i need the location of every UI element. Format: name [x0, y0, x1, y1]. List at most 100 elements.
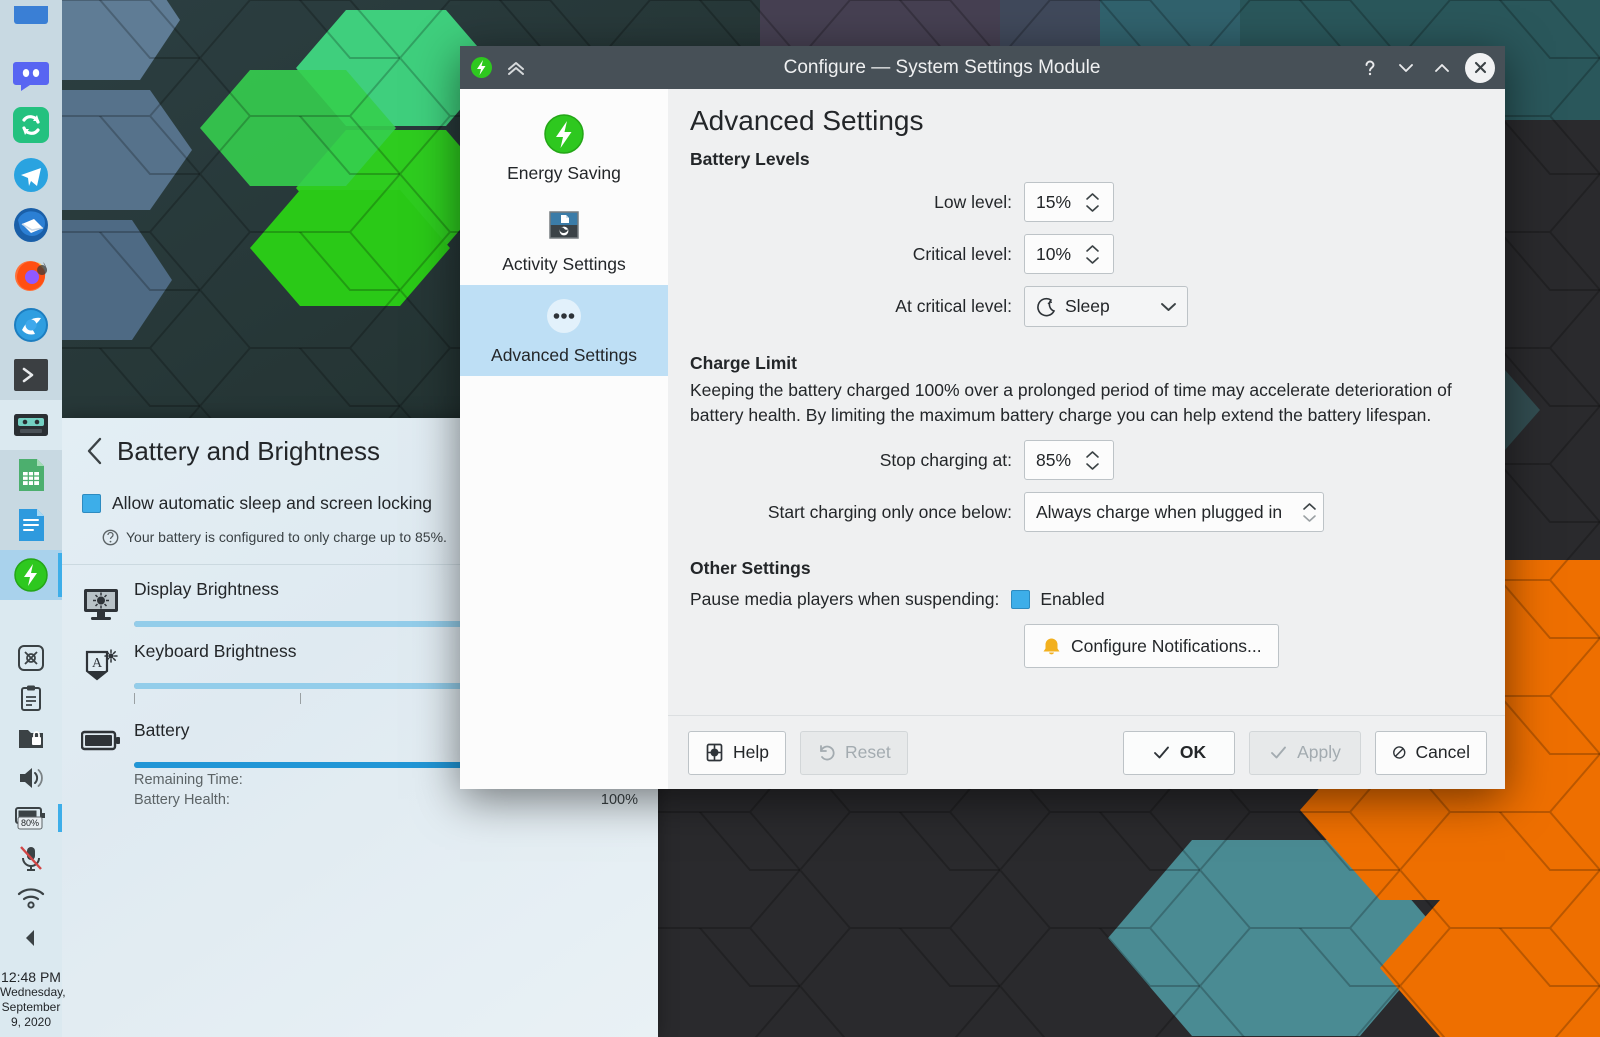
launcher-discord[interactable] [0, 50, 62, 100]
configure-notifications-button[interactable]: Configure Notifications... [1024, 624, 1279, 668]
critical-level-spinbox[interactable]: 10% [1024, 234, 1114, 274]
slider-tick [300, 693, 301, 704]
dialog-titlebar[interactable]: Configure — System Settings Module [460, 46, 1505, 89]
tray-battery[interactable]: 80% [0, 798, 62, 838]
sidebar-label-advanced-settings: Advanced Settings [466, 345, 662, 366]
tray-network[interactable] [0, 878, 62, 918]
bell-icon [1041, 636, 1062, 657]
other-settings-heading: Other Settings [690, 558, 1475, 579]
tray-microphone[interactable] [0, 838, 62, 878]
discord-icon [12, 56, 50, 94]
undo-icon [817, 743, 836, 762]
taskbar-panel: 80% 12:48 PM Wednesday, September 9, 202… [0, 0, 62, 1037]
cancel-button[interactable]: Cancel [1375, 731, 1487, 775]
clock-month: September [0, 1000, 62, 1015]
tray-clipboard[interactable] [0, 678, 62, 718]
chevron-down-icon[interactable] [1085, 462, 1100, 471]
spreadsheet-icon [12, 456, 50, 494]
tray-expand[interactable] [0, 918, 62, 958]
launcher-firefox[interactable] [0, 250, 62, 300]
battery-levels-heading: Battery Levels [690, 149, 1475, 170]
stop-charging-row: Stop charging at: 85% [690, 440, 1475, 480]
low-level-arrows[interactable] [1085, 192, 1100, 213]
clock-weekday: Wednesday, [0, 985, 62, 1000]
dialog-title: Configure — System Settings Module [527, 57, 1357, 79]
chevron-up-icon[interactable] [1085, 244, 1100, 253]
sidebar-item-activity-settings[interactable]: Activity Settings [460, 194, 668, 285]
stop-charging-control: 85% [1024, 440, 1114, 480]
falkon-icon [12, 306, 50, 344]
ellipsis-icon [543, 295, 585, 337]
pause-media-checkbox[interactable] [1011, 590, 1030, 609]
pause-media-control[interactable]: Enabled [1011, 589, 1104, 610]
firefox-icon [12, 256, 50, 294]
sidebar-item-advanced-settings[interactable]: Advanced Settings [460, 285, 668, 376]
energy-bolt-icon [543, 113, 585, 155]
maximize-button[interactable] [1429, 55, 1455, 81]
launcher-telegram[interactable] [0, 150, 62, 200]
reset-button: Reset [800, 731, 908, 775]
question-mark-icon [1360, 58, 1380, 78]
low-level-value: 15% [1036, 192, 1071, 213]
launcher-falkon[interactable] [0, 300, 62, 350]
launcher-sync[interactable] [0, 100, 62, 150]
launcher-cassette[interactable] [0, 400, 62, 450]
auto-sleep-checkbox[interactable] [82, 494, 101, 513]
dialog-footer: Help Reset OK [668, 715, 1505, 789]
dialog-content: Advanced Settings Battery Levels Low lev… [668, 89, 1505, 789]
launcher-spreadsheet[interactable] [0, 450, 62, 500]
battery-health-key: Battery Health: [134, 792, 601, 808]
battery-icon: 80% [14, 805, 48, 831]
ok-button[interactable]: OK [1123, 731, 1235, 775]
help-button[interactable]: Help [688, 731, 786, 775]
start-charging-control: Always charge when plugged in [1024, 492, 1324, 532]
start-charging-arrows[interactable] [1302, 502, 1317, 523]
page-title: Advanced Settings [690, 105, 1475, 137]
at-critical-label: At critical level: [690, 296, 1012, 317]
chevron-up-icon[interactable] [1085, 192, 1100, 201]
blue-square-icon [12, 6, 50, 44]
launcher-blue-app[interactable] [0, 0, 62, 50]
configure-notifications-label: Configure Notifications... [1071, 636, 1262, 657]
help-icon [705, 743, 724, 762]
chevron-down-icon [1160, 301, 1177, 312]
close-button[interactable] [1465, 53, 1495, 83]
stop-charging-spinbox[interactable]: 85% [1024, 440, 1114, 480]
launcher-energy[interactable] [0, 550, 62, 600]
low-level-spinbox[interactable]: 15% [1024, 182, 1114, 222]
pause-media-row: Pause media players when suspending: Ena… [690, 589, 1475, 610]
clock-day: 9, 2020 [0, 1015, 62, 1030]
chevron-up-icon[interactable] [1085, 450, 1100, 459]
tray-vault[interactable] [0, 718, 62, 758]
close-x-icon [1471, 58, 1490, 77]
chevron-down-icon[interactable] [1085, 256, 1100, 265]
sync-icon [12, 106, 50, 144]
at-critical-control: Sleep [1024, 286, 1188, 327]
sidebar-item-energy-saving[interactable]: Energy Saving [460, 103, 668, 194]
stop-charging-arrows[interactable] [1085, 450, 1100, 471]
chevron-up-icon[interactable] [1302, 502, 1317, 511]
titlebar-left [470, 56, 527, 79]
launcher-terminal[interactable] [0, 350, 62, 400]
minimize-button[interactable] [1393, 55, 1419, 81]
microphone-muted-icon [17, 844, 45, 872]
chevron-left-icon[interactable] [82, 434, 108, 468]
critical-level-arrows[interactable] [1085, 244, 1100, 265]
check-icon [1152, 743, 1171, 762]
launcher-thunderbird[interactable] [0, 200, 62, 250]
clock[interactable]: 12:48 PM Wednesday, September 9, 2020 [0, 970, 62, 1037]
chevron-down-icon[interactable] [1302, 514, 1317, 523]
tray-volume[interactable] [0, 758, 62, 798]
keyboard-brightness-icon: A [83, 649, 119, 685]
chevron-down-icon[interactable] [1085, 204, 1100, 213]
launcher-document[interactable] [0, 500, 62, 550]
start-charging-spinbox[interactable]: Always charge when plugged in [1024, 492, 1324, 532]
energy-saving-icon-wrap [466, 111, 662, 157]
low-level-label: Low level: [690, 192, 1012, 213]
tray-kdeconnect[interactable] [0, 638, 62, 678]
chevron-up-double-icon[interactable] [505, 57, 527, 79]
at-critical-combobox[interactable]: Sleep [1024, 286, 1188, 327]
keyboard-brightness-icon-wrap: A [78, 641, 124, 706]
at-critical-caret[interactable] [1160, 301, 1177, 312]
help-titlebar-button[interactable] [1357, 55, 1383, 81]
